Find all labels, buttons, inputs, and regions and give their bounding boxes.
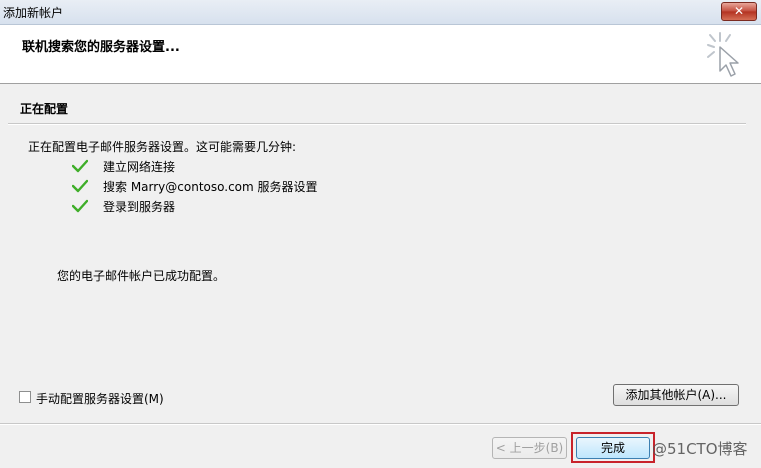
section-divider: [8, 123, 746, 125]
title-bar: 添加新帐户 ✕: [0, 0, 761, 25]
check-icon: [72, 199, 88, 213]
check-icon: [72, 159, 88, 173]
close-button[interactable]: ✕: [721, 2, 757, 21]
page-title: 联机搜索您的服务器设置...: [22, 40, 180, 55]
header-panel: 联机搜索您的服务器设置...: [0, 25, 761, 84]
back-button[interactable]: < 上一步(B): [492, 437, 567, 459]
step-label: 建立网络连接: [103, 160, 176, 174]
footer-divider: [0, 423, 761, 425]
status-intro: 正在配置电子邮件服务器设置。这可能需要几分钟:: [28, 140, 297, 154]
close-icon: ✕: [733, 4, 745, 18]
sparkle-cursor-icon: [707, 32, 739, 77]
watermark: @51CTO博客: [652, 440, 748, 458]
success-message: 您的电子邮件帐户已成功配置。: [57, 269, 226, 283]
manual-config-label[interactable]: 手动配置服务器设置(M): [36, 390, 164, 407]
section-heading: 正在配置: [20, 102, 69, 116]
step-label: 登录到服务器: [103, 200, 176, 214]
check-icon: [72, 179, 88, 193]
window-title: 添加新帐户: [3, 6, 64, 20]
manual-config-checkbox[interactable]: [19, 391, 31, 403]
add-other-account-button[interactable]: 添加其他帐户(A)...: [613, 384, 739, 406]
step-label: 搜索 Marry@contoso.com 服务器设置: [103, 180, 318, 194]
finish-button[interactable]: 完成: [576, 437, 650, 459]
